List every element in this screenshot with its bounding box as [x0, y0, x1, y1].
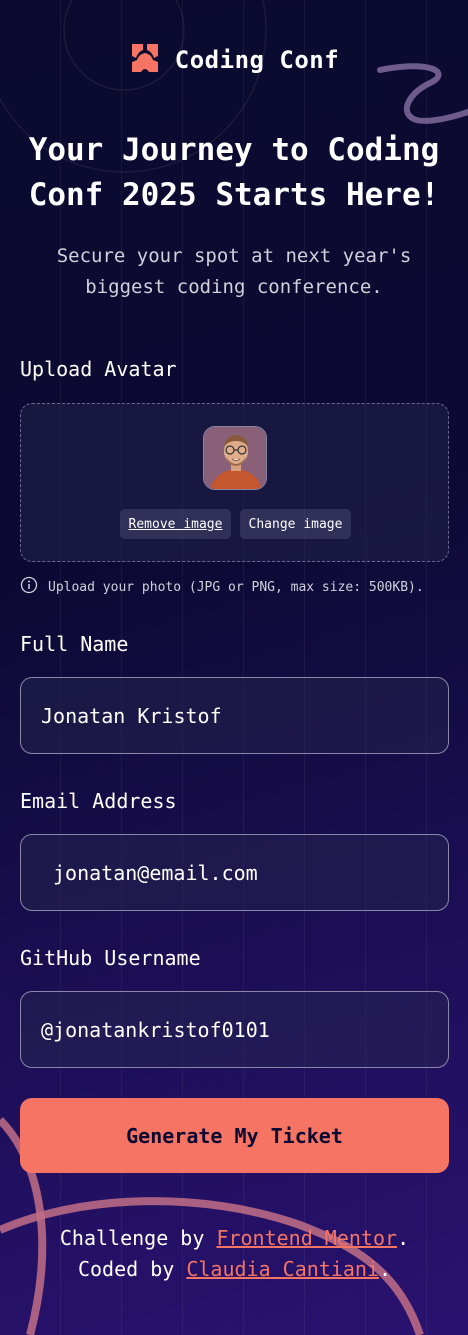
email-label: Email Address: [20, 789, 177, 813]
full-name-value: Jonatan Kristof: [41, 703, 222, 728]
avatar-hint-text: Upload your photo (JPG or PNG, max size:…: [48, 579, 424, 595]
avatar-hint: Upload your photo (JPG or PNG, max size:…: [20, 576, 424, 598]
footer-line-1: Challenge by Frontend Mentor.: [20, 1223, 449, 1254]
frontend-mentor-link[interactable]: Frontend Mentor: [216, 1226, 397, 1250]
header: Coding Conf: [0, 40, 468, 80]
github-value: @jonatankristof0101: [41, 1017, 270, 1042]
email-field[interactable]: jonatan@email.com: [20, 834, 449, 911]
info-icon: [20, 576, 38, 598]
github-label: GitHub Username: [20, 946, 201, 970]
title-line-2: Conf 2025 Starts Here!: [28, 177, 440, 213]
email-value: jonatan@email.com: [53, 860, 258, 885]
change-image-button[interactable]: Change image: [240, 509, 351, 539]
app-name: Coding Conf: [174, 46, 340, 74]
github-field[interactable]: @jonatankristof0101: [20, 991, 449, 1068]
avatar-label: Upload Avatar: [20, 357, 177, 381]
page-subtitle: Secure your spot at next year's biggest …: [30, 241, 438, 303]
subtitle-line-2: biggest coding conference.: [85, 276, 383, 298]
full-name-field[interactable]: Jonatan Kristof: [20, 677, 449, 754]
title-line-1: Your Journey to Coding: [28, 132, 440, 168]
footer: Challenge by Frontend Mentor. Coded by C…: [20, 1223, 449, 1285]
coding-conf-logo-icon: [129, 42, 161, 78]
challenge-prefix: Challenge by: [59, 1226, 205, 1250]
full-name-label: Full Name: [20, 632, 129, 656]
footer-period-2: .: [378, 1257, 392, 1281]
author-link[interactable]: Claudia Cantiani: [186, 1257, 379, 1281]
remove-image-button[interactable]: Remove image: [120, 509, 231, 539]
generate-ticket-button[interactable]: Generate My Ticket: [20, 1098, 449, 1173]
page-title: Your Journey to Coding Conf 2025 Starts …: [20, 128, 448, 218]
footer-period-1: .: [397, 1226, 410, 1250]
footer-line-2: Coded by Claudia Cantiani.: [20, 1254, 449, 1285]
avatar: [203, 426, 267, 490]
avatar-upload-zone[interactable]: Remove image Change image: [20, 403, 449, 562]
coded-prefix: Coded by: [77, 1257, 175, 1281]
subtitle-line-1: Secure your spot at next year's: [56, 245, 412, 267]
